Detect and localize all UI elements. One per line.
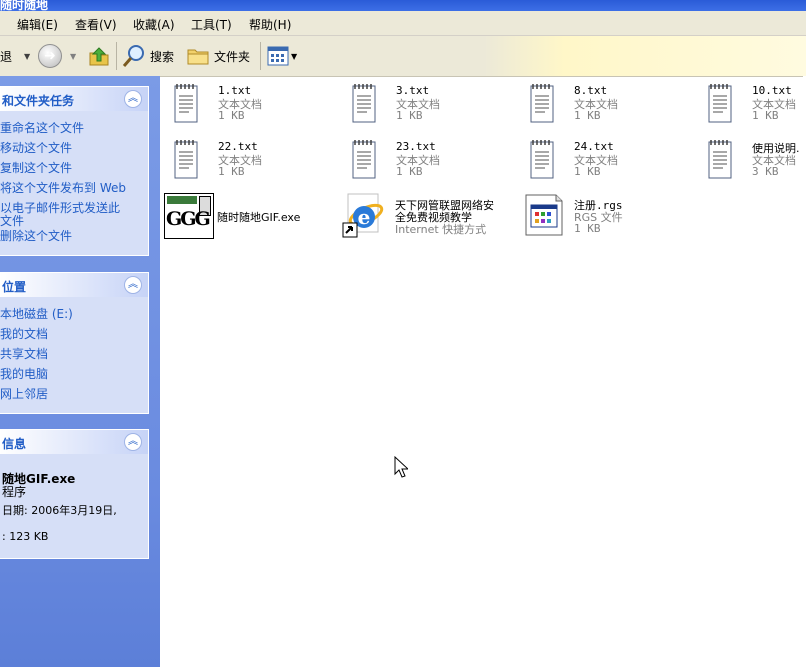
detail-file-type: 程序 xyxy=(2,485,27,499)
up-folder-button[interactable] xyxy=(88,44,110,68)
task-pane: 和文件夹任务 ︽ 重命名这个文件 移动这个文件 复制这个文件 将这个文件发布到 … xyxy=(0,76,160,667)
place-shared-documents[interactable]: 共享文档 xyxy=(0,347,48,361)
file-size: 3 KB xyxy=(752,165,779,178)
text-file-icon xyxy=(352,140,376,179)
text-file-icon xyxy=(708,84,732,123)
task-email-cont[interactable]: 文件 xyxy=(0,214,24,228)
file-tasks-panel: 和文件夹任务 ︽ 重命名这个文件 移动这个文件 复制这个文件 将这个文件发布到 … xyxy=(0,86,149,256)
dropdown-arrow-icon[interactable]: ▼ xyxy=(24,52,30,61)
panel-title: 信息 xyxy=(2,437,27,451)
file-item[interactable]: 8.txt 文本文档 1 KB xyxy=(522,82,692,128)
file-size: 1 KB xyxy=(218,165,245,178)
file-item[interactable]: 1.txt 文本文档 1 KB xyxy=(166,82,336,128)
text-file-icon xyxy=(530,140,554,179)
panel-header[interactable]: 信息 ︽ xyxy=(0,430,148,454)
app-logo-text: GGG xyxy=(166,208,211,230)
file-item[interactable]: e 天下网管联盟网络安 全免费视频教学 Internet 快捷方式 xyxy=(342,193,514,239)
text-file-icon xyxy=(530,84,554,123)
file-name: 随时随地GIF.exe xyxy=(217,211,301,224)
text-file-icon xyxy=(174,140,198,179)
dropdown-arrow-icon[interactable]: ▼ xyxy=(70,52,76,61)
file-type: Internet 快捷方式 xyxy=(395,223,487,236)
text-file-icon xyxy=(174,84,198,123)
toolbar: 退 ▼ ➜ ▼ 搜索 文件夹 ▼ xyxy=(0,36,806,77)
toolbar-separator xyxy=(116,42,117,70)
menu-edit[interactable]: 编辑(E) xyxy=(17,16,58,33)
file-size: 1 KB xyxy=(218,109,245,122)
panel-header[interactable]: 和文件夹任务 ︽ xyxy=(0,87,148,111)
file-item[interactable]: 3.txt 文本文档 1 KB xyxy=(344,82,514,128)
views-icon xyxy=(267,46,289,66)
title-bar: 随时随地 xyxy=(0,0,806,11)
menu-view[interactable]: 查看(V) xyxy=(75,16,117,33)
detail-modified-date: 日期: 2006年3月19日, xyxy=(2,504,117,517)
file-item[interactable]: 24.txt 文本文档 1 KB xyxy=(522,138,692,184)
task-email[interactable]: 以电子邮件形式发送此 xyxy=(0,201,120,215)
folders-button[interactable]: 文件夹 xyxy=(186,44,250,68)
forward-arrow-icon: ➜ xyxy=(38,44,62,68)
back-button[interactable]: 退 ▼ xyxy=(0,44,30,68)
file-size: 1 KB xyxy=(574,109,601,122)
task-rename[interactable]: 重命名这个文件 xyxy=(0,121,84,135)
gif-app-icon: GGG xyxy=(164,193,214,239)
text-file-icon xyxy=(708,140,732,179)
file-item[interactable]: GGG 随时随地GIF.exe xyxy=(164,193,336,239)
panel-header[interactable]: 位置 ︽ xyxy=(0,273,148,297)
file-size: 1 KB xyxy=(396,109,423,122)
folder-icon xyxy=(187,49,209,65)
internet-explorer-icon: e xyxy=(342,193,384,238)
place-local-disk[interactable]: 本地磁盘 (E:) xyxy=(0,307,73,321)
collapse-chevron-icon[interactable]: ︽ xyxy=(124,276,142,294)
task-move[interactable]: 移动这个文件 xyxy=(0,141,72,155)
file-size: 1 KB xyxy=(752,109,779,122)
task-copy[interactable]: 复制这个文件 xyxy=(0,161,72,175)
task-publish-web[interactable]: 将这个文件发布到 Web xyxy=(0,181,126,195)
panel-title: 位置 xyxy=(2,280,27,294)
detail-file-size: : 123 KB xyxy=(2,530,49,543)
mouse-pointer-icon xyxy=(394,456,408,478)
place-my-computer[interactable]: 我的电脑 xyxy=(0,367,48,381)
place-network[interactable]: 网上邻居 xyxy=(0,387,48,401)
dropdown-arrow-icon[interactable]: ▼ xyxy=(291,52,297,61)
folders-label: 文件夹 xyxy=(214,49,251,64)
other-places-panel: 位置 ︽ 本地磁盘 (E:) 我的文档 共享文档 我的电脑 网上邻居 xyxy=(0,272,149,414)
file-size: 1 KB xyxy=(396,165,423,178)
file-item[interactable]: 注册.rgs RGS 文件 1 KB xyxy=(522,193,692,239)
toolbar-separator xyxy=(260,42,261,70)
menu-help[interactable]: 帮助(H) xyxy=(249,16,291,33)
file-item[interactable]: 22.txt 文本文档 1 KB xyxy=(166,138,336,184)
menu-bar: 编辑(E) 查看(V) 收藏(A) 工具(T) 帮助(H) xyxy=(0,11,806,36)
file-size: 1 KB xyxy=(574,222,601,235)
file-size: 1 KB xyxy=(574,165,601,178)
file-item[interactable]: 23.txt 文本文档 1 KB xyxy=(344,138,514,184)
place-my-documents[interactable]: 我的文档 xyxy=(0,327,48,341)
back-label: 退 xyxy=(0,49,13,64)
details-panel: 信息 ︽ 随地GIF.exe 程序 日期: 2006年3月19日, : 123 … xyxy=(0,429,149,559)
views-button[interactable]: ▼ xyxy=(267,44,297,68)
forward-button[interactable]: ➜ ▼ xyxy=(38,44,76,68)
registry-file-icon xyxy=(525,194,563,236)
search-button[interactable]: 搜索 xyxy=(122,44,174,68)
window-title: 随时随地 xyxy=(0,0,49,11)
text-file-icon xyxy=(352,84,376,123)
file-item[interactable]: 使用说明. 文本文档 3 KB xyxy=(700,138,803,184)
file-item[interactable]: 10.txt 文本文档 1 KB xyxy=(700,82,803,128)
collapse-chevron-icon[interactable]: ︽ xyxy=(124,90,142,108)
up-folder-icon xyxy=(89,47,109,66)
search-label: 搜索 xyxy=(150,49,175,64)
search-icon xyxy=(122,45,144,67)
menu-favorites[interactable]: 收藏(A) xyxy=(133,16,175,33)
menu-tools[interactable]: 工具(T) xyxy=(191,16,232,33)
app-icon-header xyxy=(167,196,197,204)
panel-title: 和文件夹任务 xyxy=(2,94,75,108)
collapse-chevron-icon[interactable]: ︽ xyxy=(124,433,142,451)
task-delete[interactable]: 删除这个文件 xyxy=(0,229,72,243)
svg-text:e: e xyxy=(358,205,371,229)
